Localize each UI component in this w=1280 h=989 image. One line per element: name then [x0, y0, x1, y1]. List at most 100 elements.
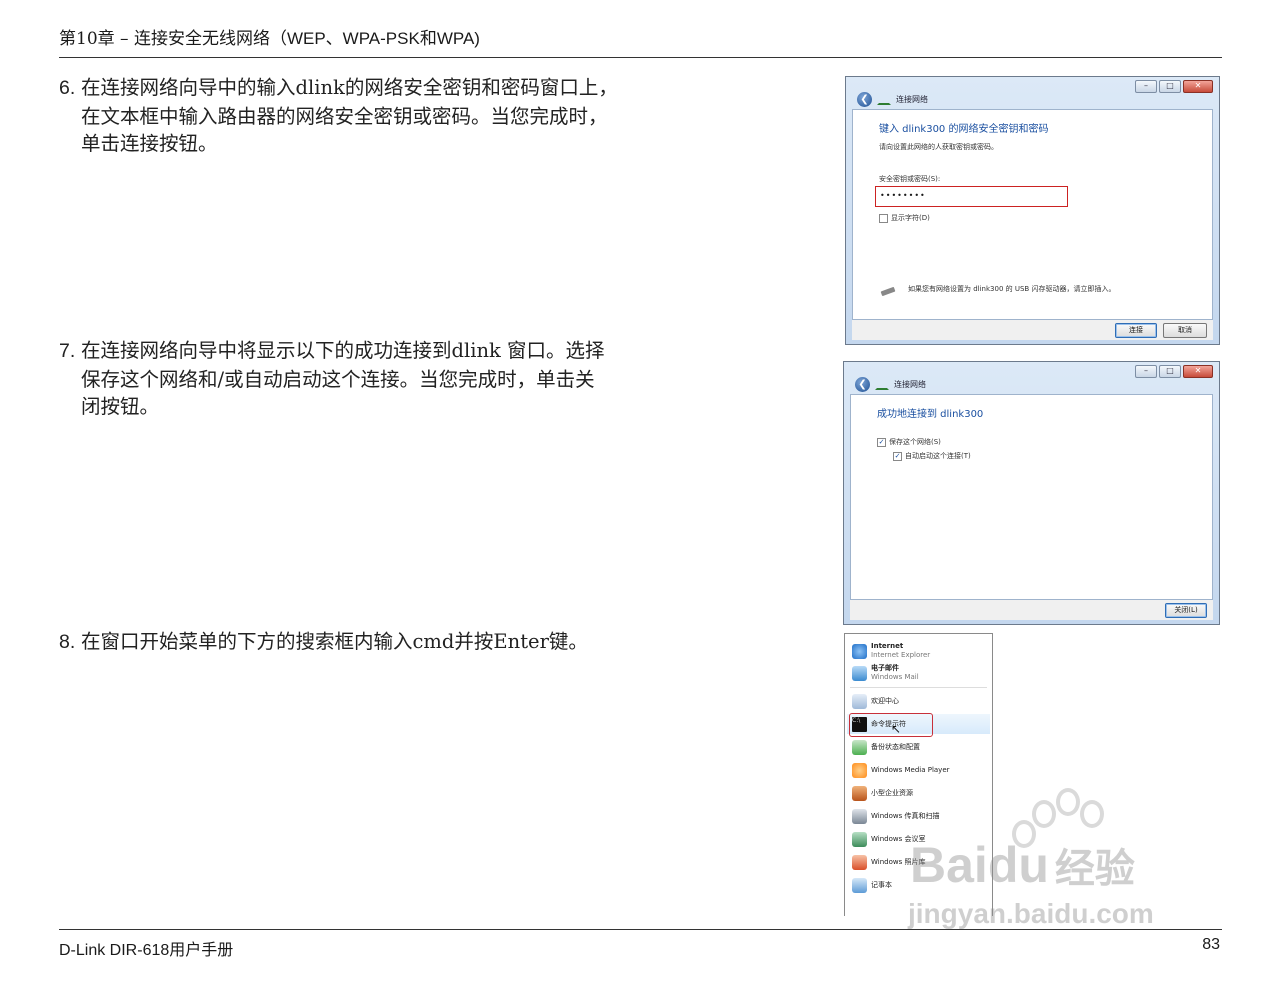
auto-start-label: 自动启动这个连接(T) — [905, 452, 971, 460]
step-text: 单击连接按钮。 — [81, 132, 218, 155]
back-arrow-icon[interactable]: ❮ — [857, 92, 872, 107]
step-text: 保存这个网络和/或自动启动这个连接。当您完成时，单击关 — [81, 367, 595, 391]
window-nav: ❮ 连接网络 — [855, 377, 926, 392]
mail-icon — [852, 665, 867, 681]
window-nav: ❮ 连接网络 — [857, 92, 928, 107]
watermark-brand: Baidu 经验 — [910, 836, 1135, 894]
item-label: 备份状态和配置 — [871, 743, 920, 751]
window-footer: 关闭(L) — [850, 600, 1213, 620]
security-key-label: 安全密钥或密码(S): — [879, 175, 941, 183]
maximize-icon[interactable]: □ — [1159, 365, 1181, 378]
item-label: 记事本 — [871, 881, 892, 889]
item-label: 电子邮件 — [871, 664, 899, 672]
start-menu-item-backup[interactable]: 备份状态和配置 — [852, 737, 920, 757]
show-characters-option[interactable]: 显示字符(D) — [879, 213, 930, 223]
watermark-brand-text-2: du — [987, 837, 1049, 893]
maximize-icon[interactable]: □ — [1159, 80, 1181, 93]
watermark-suffix: 经验 — [1054, 847, 1135, 891]
item-sublabel: Internet Explorer — [871, 651, 931, 659]
usb-hint: 如果您有网络设置为 dlink300 的 USB 闪存驱动器，请立即插入。 — [908, 285, 1116, 293]
item-label: Internet — [871, 642, 904, 650]
security-key-input[interactable]: •••••••• — [875, 186, 1068, 207]
watermark-brand-text: Bai — [910, 837, 988, 893]
network-icon — [875, 380, 889, 390]
start-menu-item-media-player[interactable]: Windows Media Player — [852, 760, 950, 780]
start-menu-item-welcome[interactable]: 欢迎中心 — [852, 691, 899, 711]
step-6: 6. 在连接网络向导中的输入dlink的网络安全密钥和密码窗口上， 在文本框中输入… — [59, 74, 618, 158]
auto-start-checkbox[interactable]: ✓ — [893, 451, 902, 461]
welcome-center-icon — [852, 693, 867, 709]
watermark-url: jingyan.baidu.com — [908, 898, 1154, 929]
auto-start-option[interactable]: ✓ 自动启动这个连接(T) — [893, 451, 971, 461]
usb-drive-icon — [880, 286, 896, 297]
start-menu-item-business[interactable]: 小型企业资源 — [852, 783, 913, 803]
connect-network-key-window: – □ ✕ ❮ 连接网络 键入 dlink300 的网络安全密钥和密码 请向设置… — [845, 76, 1220, 345]
chapter-title-latin: WEP、WPA-PSK — [286, 29, 420, 48]
cancel-button[interactable]: 取消 — [1163, 323, 1207, 338]
start-menu-item-internet[interactable]: Internet Internet Explorer — [852, 641, 930, 661]
meeting-space-icon — [852, 831, 867, 847]
save-network-label: 保存这个网络(S) — [889, 438, 941, 446]
window-nav-title: 连接网络 — [896, 95, 928, 104]
step-text: 在文本框中输入路由器的网络安全密钥或密码。当您完成时， — [81, 104, 608, 128]
item-sublabel: Windows Mail — [871, 673, 919, 681]
save-network-option[interactable]: ✓ 保存这个网络(S) — [877, 437, 941, 447]
minimize-icon[interactable]: – — [1135, 80, 1157, 93]
fax-scan-icon — [852, 808, 867, 824]
start-menu-item-notepad[interactable]: 记事本 — [852, 875, 892, 895]
page-number: 83 — [1202, 936, 1220, 953]
show-characters-label: 显示字符(D) — [891, 214, 930, 222]
close-icon[interactable]: ✕ — [1183, 80, 1213, 93]
back-arrow-icon[interactable]: ❮ — [855, 377, 870, 392]
menu-separator — [850, 687, 987, 688]
window-body: ❮ 连接网络 成功地连接到 dlink300 ✓ 保存这个网络(S) ✓ 自动启动这… — [850, 377, 1213, 600]
footer-manual-title: D-Link DIR-618用户手册 — [59, 942, 234, 959]
paw-print-icon — [1080, 800, 1104, 828]
footer-rule — [59, 929, 1222, 930]
show-characters-checkbox[interactable] — [879, 213, 888, 223]
chapter-title-end: WPA) — [436, 29, 480, 48]
business-resources-icon — [852, 785, 867, 801]
media-player-icon — [852, 762, 867, 778]
connect-button[interactable]: 连接 — [1115, 323, 1157, 338]
minimize-icon[interactable]: – — [1135, 365, 1157, 378]
internet-explorer-icon — [852, 643, 867, 659]
item-label: 小型企业资源 — [871, 789, 913, 797]
header-rule — [59, 57, 1222, 58]
window-heading: 键入 dlink300 的网络安全密钥和密码 — [879, 124, 1049, 135]
notepad-icon — [852, 877, 867, 893]
backup-icon — [852, 739, 867, 755]
chapter-title-mid: 和 — [419, 29, 437, 49]
close-button[interactable]: 关闭(L) — [1165, 603, 1207, 618]
mouse-cursor-icon: ↖ — [891, 722, 902, 736]
step-number: 6. — [59, 77, 76, 99]
step-7: 7. 在连接网络向导中将显示以下的成功连接到dlink 窗口。选择 保存这个网络和… — [59, 337, 605, 421]
start-menu-item-fax[interactable]: Windows 传真和扫描 — [852, 806, 939, 826]
start-menu-item-mail[interactable]: 电子邮件 Windows Mail — [852, 663, 919, 683]
chapter-header: 第10章 – 连接安全无线网络（WEP、WPA-PSK和WPA) — [59, 24, 480, 49]
step-text: 在连接网络向导中将显示以下的成功连接到dlink 窗口。选择 — [81, 339, 605, 362]
chapter-title: 第10章 – 连接安全无线网络（ — [59, 29, 287, 49]
connect-success-window: – □ ✕ ❮ 连接网络 成功地连接到 dlink300 ✓ 保存这个网络(S) … — [843, 361, 1220, 625]
window-controls: – □ ✕ — [1135, 365, 1213, 378]
window-nav-title: 连接网络 — [894, 380, 926, 389]
step-text: 在连接网络向导中的输入dlink的网络安全密钥和密码窗口上， — [81, 76, 618, 99]
window-body: ❮ 连接网络 键入 dlink300 的网络安全密钥和密码 请向设置此网络的人获… — [852, 92, 1213, 320]
step-text: 闭按钮。 — [81, 395, 160, 418]
item-label: 欢迎中心 — [871, 697, 899, 705]
paw-print-icon — [1056, 788, 1080, 816]
photo-gallery-icon — [852, 854, 867, 870]
item-label: Windows 传真和扫描 — [871, 812, 940, 820]
item-label: Windows Media Player — [871, 766, 950, 774]
window-footer: 连接 取消 — [852, 320, 1213, 340]
network-icon — [877, 95, 891, 105]
step-8: 8. 在窗口开始菜单的下方的搜索框内输入cmd并按Enter键。 — [59, 628, 588, 657]
step-number: 7. — [59, 340, 76, 362]
step-text: 在窗口开始菜单的下方的搜索框内输入cmd并按Enter键。 — [81, 630, 588, 653]
paw-print-icon — [1032, 800, 1056, 828]
window-subtitle: 请向设置此网络的人获取密钥或密码。 — [879, 143, 998, 151]
window-controls: – □ ✕ — [1135, 80, 1213, 93]
save-network-checkbox[interactable]: ✓ — [877, 437, 886, 447]
step-number: 8. — [59, 631, 76, 653]
close-icon[interactable]: ✕ — [1183, 365, 1213, 378]
